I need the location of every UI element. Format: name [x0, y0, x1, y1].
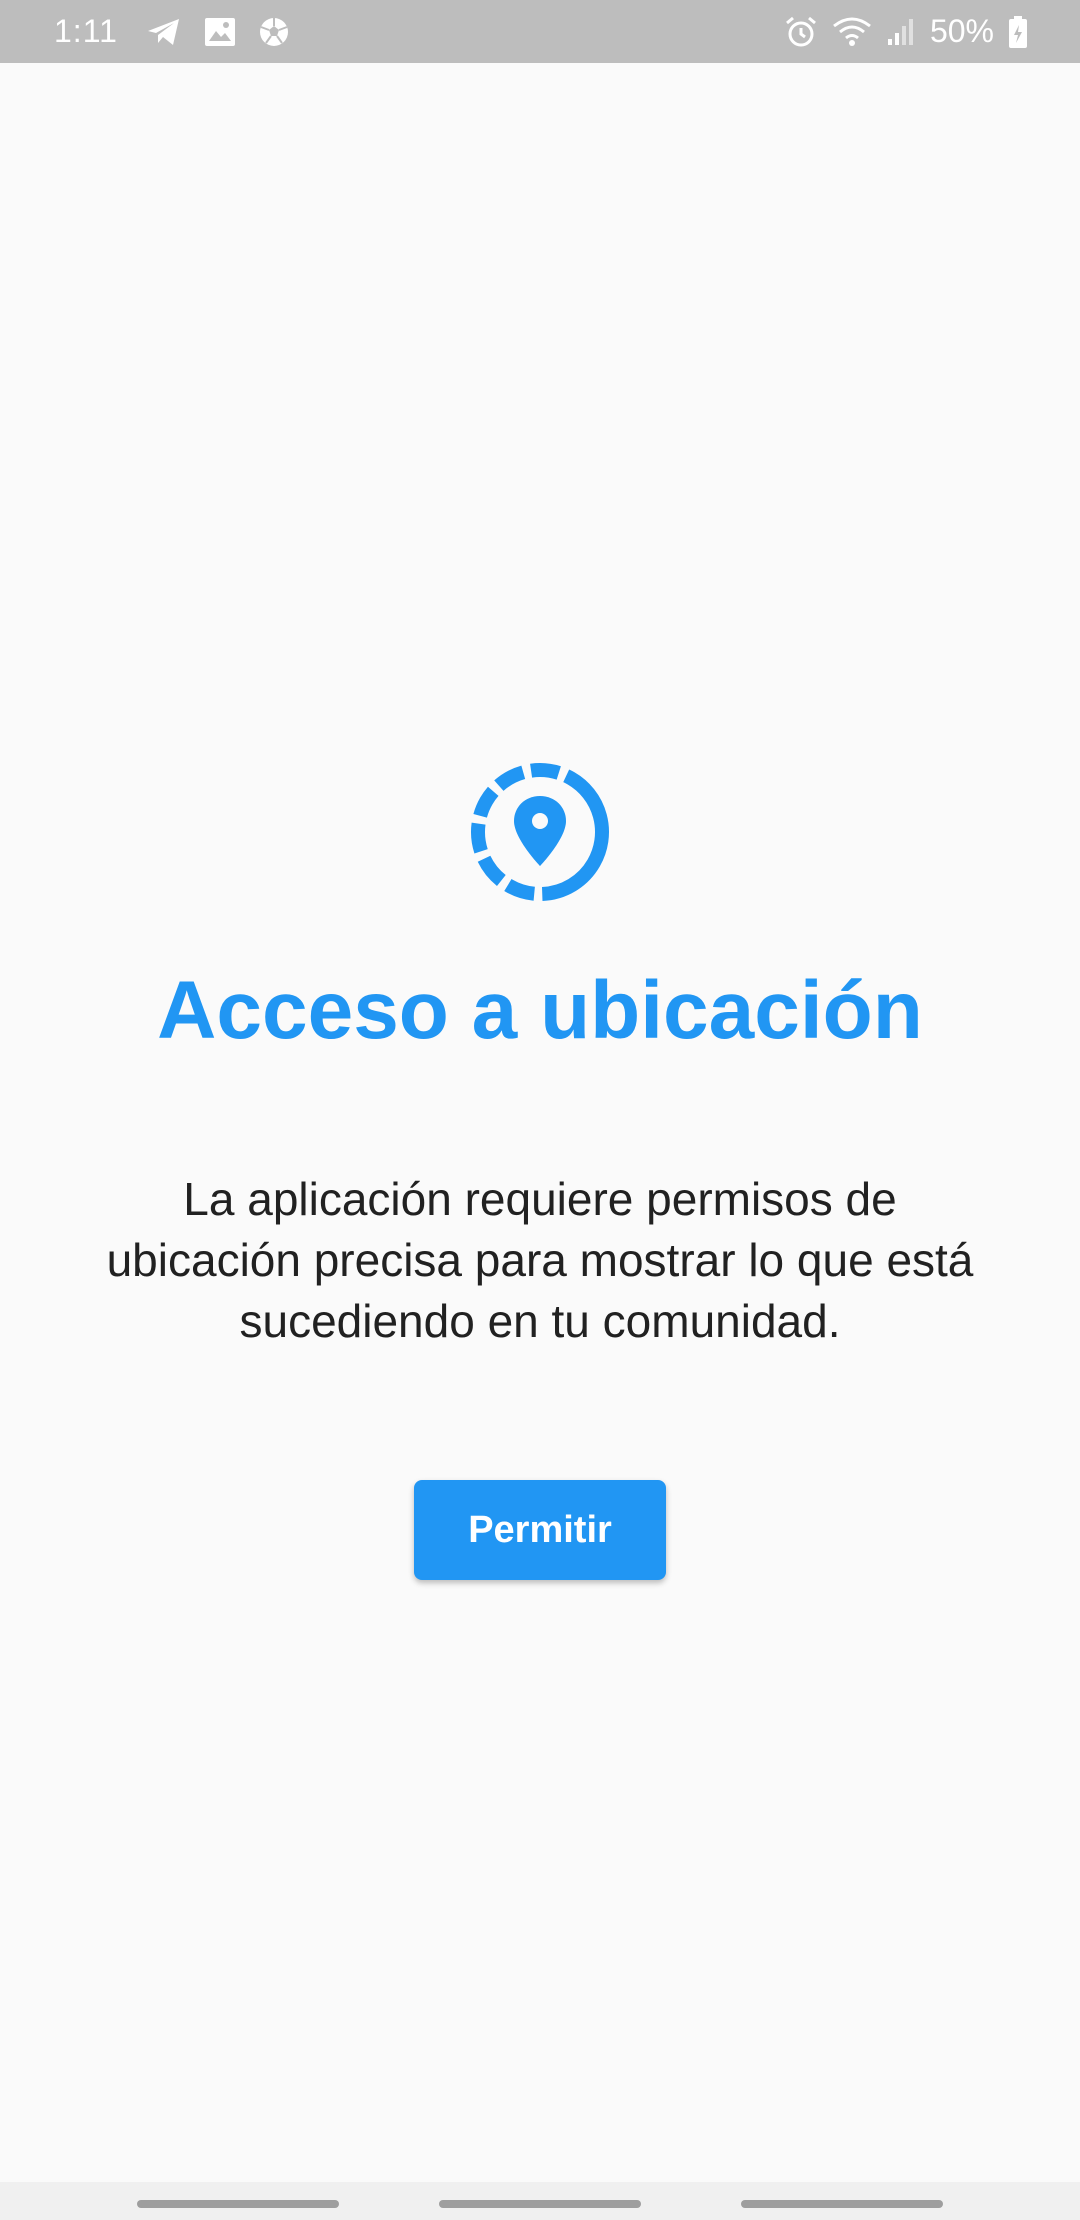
image-icon: [204, 17, 236, 47]
page-title: Acceso a ubicación: [157, 965, 923, 1056]
soccer-ball-icon: [258, 16, 290, 48]
signal-icon: [886, 17, 916, 47]
status-bar: 1:11 50%: [0, 0, 1080, 63]
back-button[interactable]: [741, 2200, 943, 2208]
status-time: 1:11: [54, 13, 118, 49]
status-bar-right: 50%: [784, 0, 1028, 63]
battery-percentage: 50%: [929, 13, 994, 49]
permission-description: La aplicación requiere permisos de ubica…: [106, 1173, 974, 1348]
location-permission-screen: Acceso a ubicación La aplicación requier…: [0, 760, 1080, 1581]
recent-apps-button[interactable]: [137, 2200, 339, 2208]
allow-button[interactable]: Permitir: [414, 1480, 666, 1581]
location-pin-icon: [468, 760, 612, 904]
telegram-icon: [146, 16, 182, 48]
wifi-icon: [832, 16, 872, 48]
alarm-icon: [784, 15, 818, 49]
battery-icon: [1008, 15, 1028, 49]
home-button[interactable]: [439, 2200, 641, 2208]
status-bar-left: 1:11: [54, 0, 290, 63]
navigation-bar: [0, 2182, 1080, 2220]
